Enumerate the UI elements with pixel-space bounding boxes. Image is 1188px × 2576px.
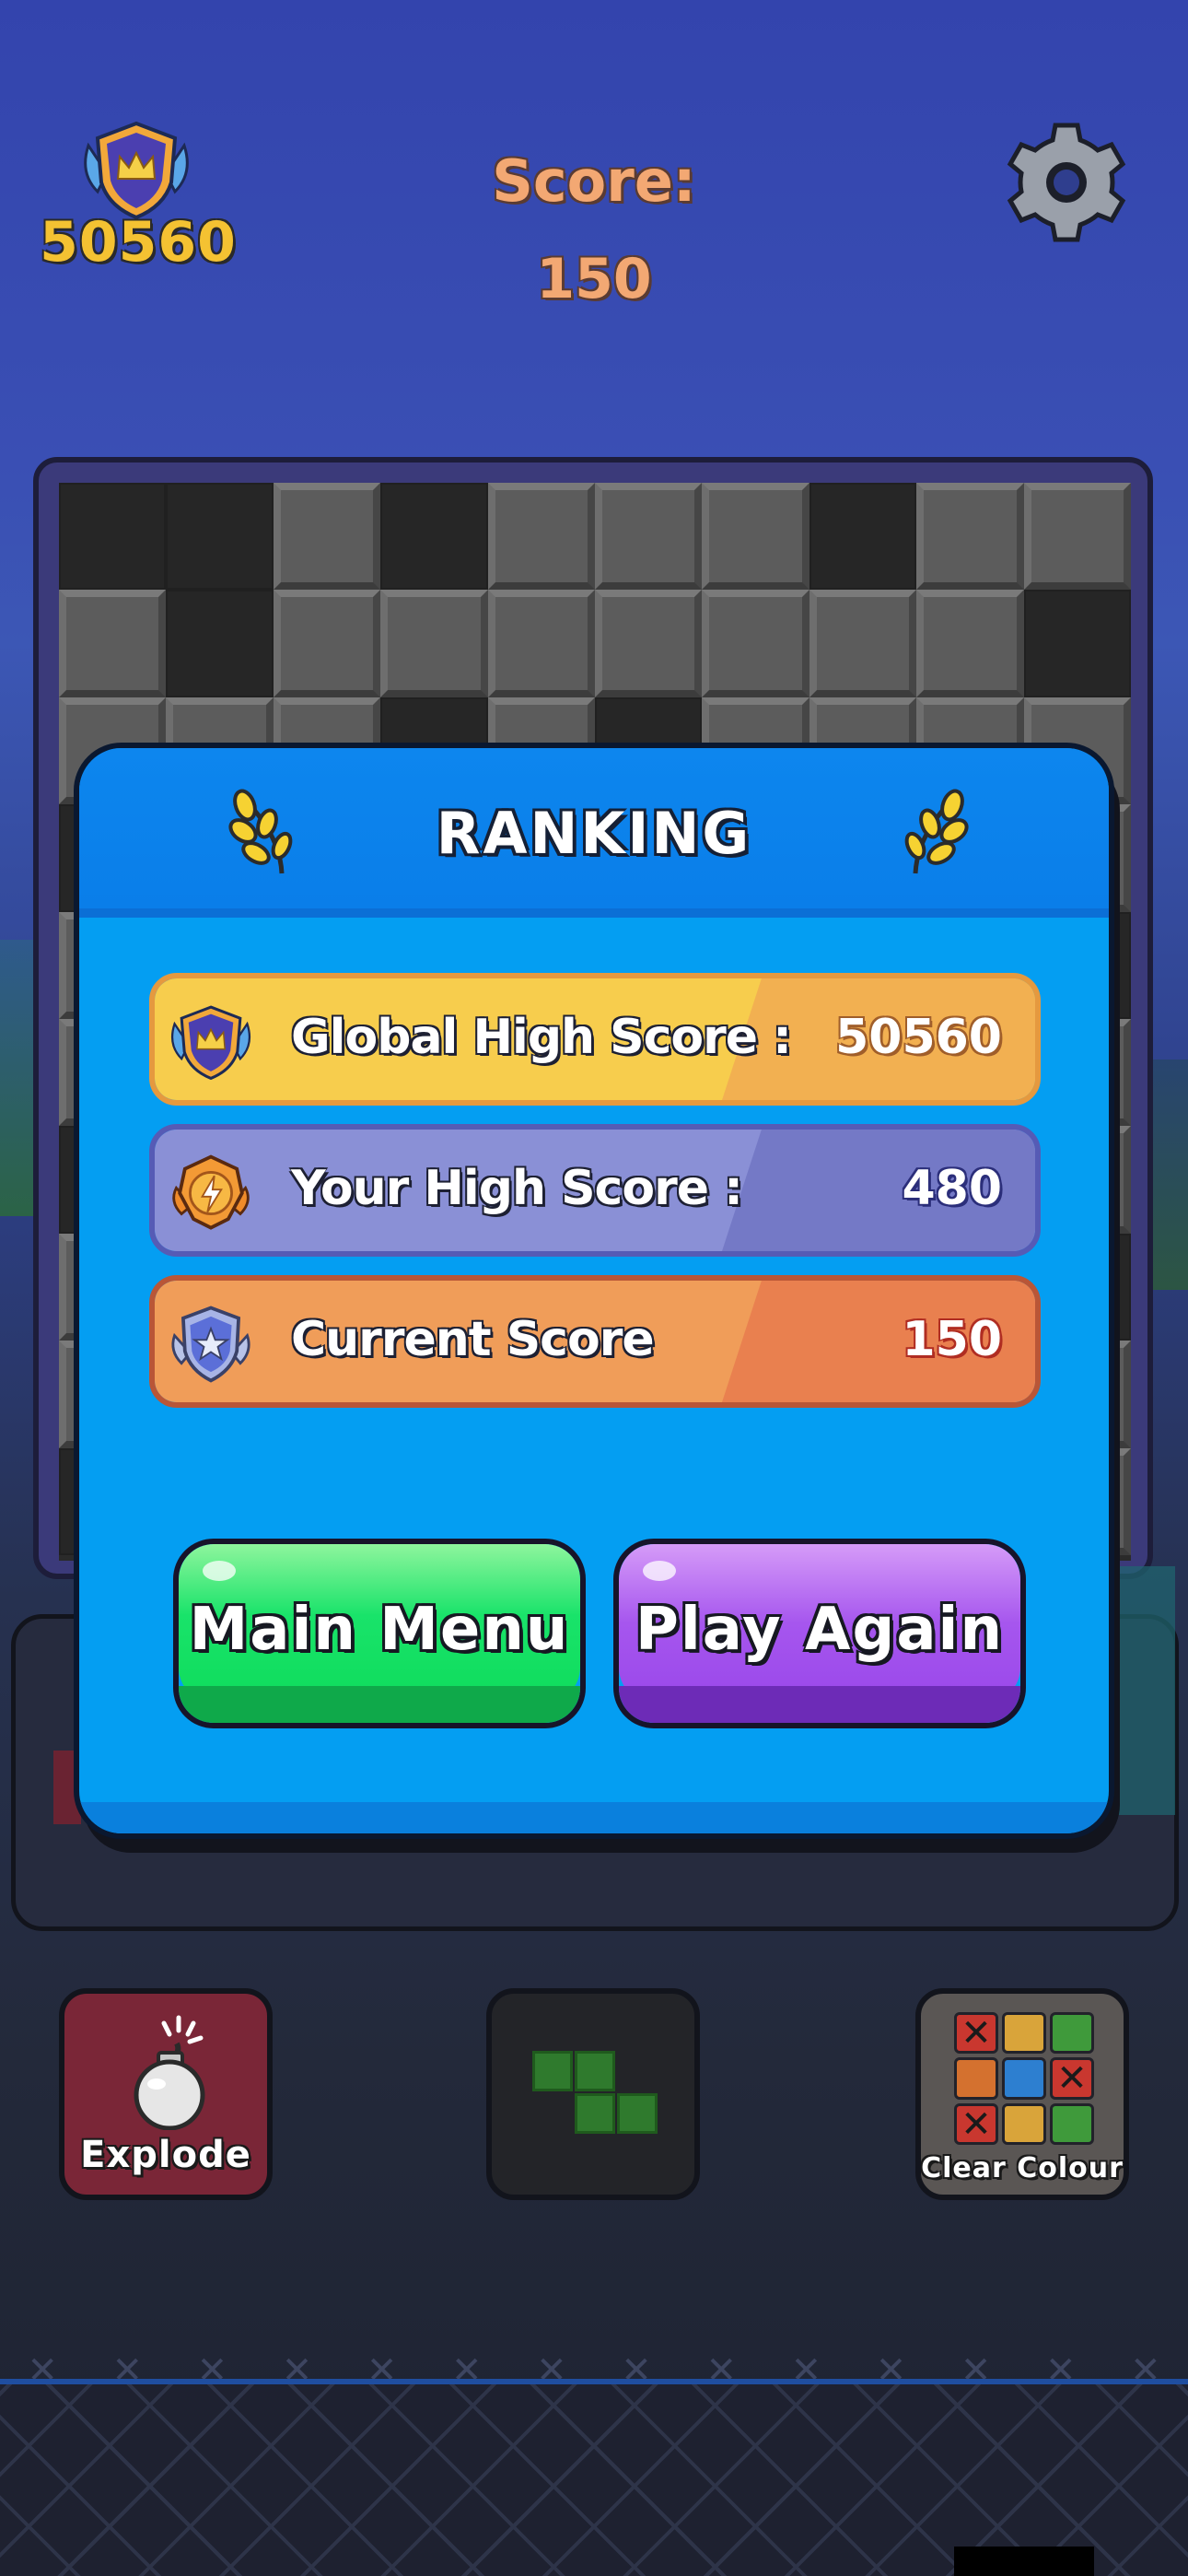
- your-high-score-row: Your High Score : 480: [149, 1124, 1041, 1257]
- board-cell: [166, 590, 274, 697]
- your-high-score-value: 480: [902, 1161, 1002, 1216]
- color-cell: [954, 2057, 998, 2100]
- s-tetromino-icon: [532, 2051, 661, 2143]
- current-score-label: Current Score: [291, 1312, 655, 1367]
- color-cell: [1002, 2057, 1046, 2100]
- board-cell: [487, 590, 595, 697]
- color-cell: [1050, 2102, 1094, 2145]
- board-cell: [595, 483, 703, 591]
- board-cell: [1023, 483, 1131, 591]
- board-cell: [809, 483, 917, 591]
- bomb-icon: [116, 2010, 227, 2131]
- clear-colour-label: Clear Colour: [921, 2152, 1124, 2184]
- crown-shield-badge-icon: [168, 999, 254, 1085]
- board-cell: [166, 483, 274, 591]
- home-indicator-area: [954, 2547, 1094, 2576]
- color-cell: [1002, 2012, 1046, 2055]
- board-cell: [273, 483, 381, 591]
- color-cell: ✕: [1050, 2057, 1094, 2101]
- piece-preview-button[interactable]: [486, 1988, 700, 2200]
- your-high-score-label: Your High Score :: [291, 1161, 743, 1216]
- explode-powerup-button[interactable]: Explode: [59, 1988, 273, 2200]
- board-cell: [487, 483, 595, 591]
- board-cell: [380, 483, 488, 591]
- board-cell: [809, 590, 917, 697]
- explode-label: Explode: [80, 2134, 251, 2176]
- board-cell: [59, 590, 167, 697]
- global-high-score-value: 50560: [835, 1010, 1002, 1065]
- board-cell: [916, 590, 1024, 697]
- color-cell: [1050, 2012, 1094, 2055]
- board-cell: [702, 483, 809, 591]
- gear-icon: [1007, 123, 1126, 242]
- star-shield-badge-icon: [168, 1301, 254, 1388]
- color-cell: [1002, 2102, 1046, 2145]
- color-grid-icon: ✕ ✕ ✕: [954, 2012, 1094, 2145]
- rank-badge-icon: [79, 118, 193, 221]
- board-cell: [916, 483, 1024, 591]
- settings-button[interactable]: [1002, 118, 1131, 247]
- current-score-value: 150: [902, 1312, 1002, 1367]
- best-score: 50560: [40, 210, 237, 275]
- board-cell: [273, 590, 381, 697]
- score-label: Score:: [492, 147, 696, 215]
- cross-icon: ✕: [1056, 2057, 1088, 2101]
- board-cell: [1023, 590, 1131, 697]
- board-cell: [59, 483, 167, 591]
- cross-icon: ✕: [961, 2102, 992, 2146]
- global-high-score-label: Global High Score :: [291, 1010, 792, 1065]
- main-menu-button[interactable]: Main Menu: [173, 1539, 586, 1728]
- board-cell: [380, 590, 488, 697]
- global-high-score-row: Global High Score : 50560: [149, 973, 1041, 1106]
- modal-bottom-lip: [79, 1802, 1109, 1833]
- color-cell: ✕: [954, 2012, 998, 2055]
- play-again-button-label: Play Again: [635, 1596, 1005, 1664]
- ranking-modal: RANKING Global High Score : 50560 Your H…: [74, 743, 1114, 1839]
- board-cell: [595, 590, 703, 697]
- color-cell: ✕: [954, 2102, 998, 2146]
- laurel-icon: [895, 789, 973, 877]
- main-menu-button-label: Main Menu: [189, 1596, 570, 1664]
- board-cell: [702, 590, 809, 697]
- current-score-row: Current Score 150: [149, 1275, 1041, 1408]
- score-value: 150: [536, 247, 652, 311]
- cross-icon: ✕: [961, 2012, 992, 2055]
- lightning-badge-icon: [168, 1150, 254, 1236]
- clear-colour-powerup-button[interactable]: ✕ ✕ ✕ Clear Colour: [915, 1988, 1129, 2200]
- modal-header-divider: [79, 908, 1109, 918]
- play-again-button[interactable]: Play Again: [613, 1539, 1026, 1728]
